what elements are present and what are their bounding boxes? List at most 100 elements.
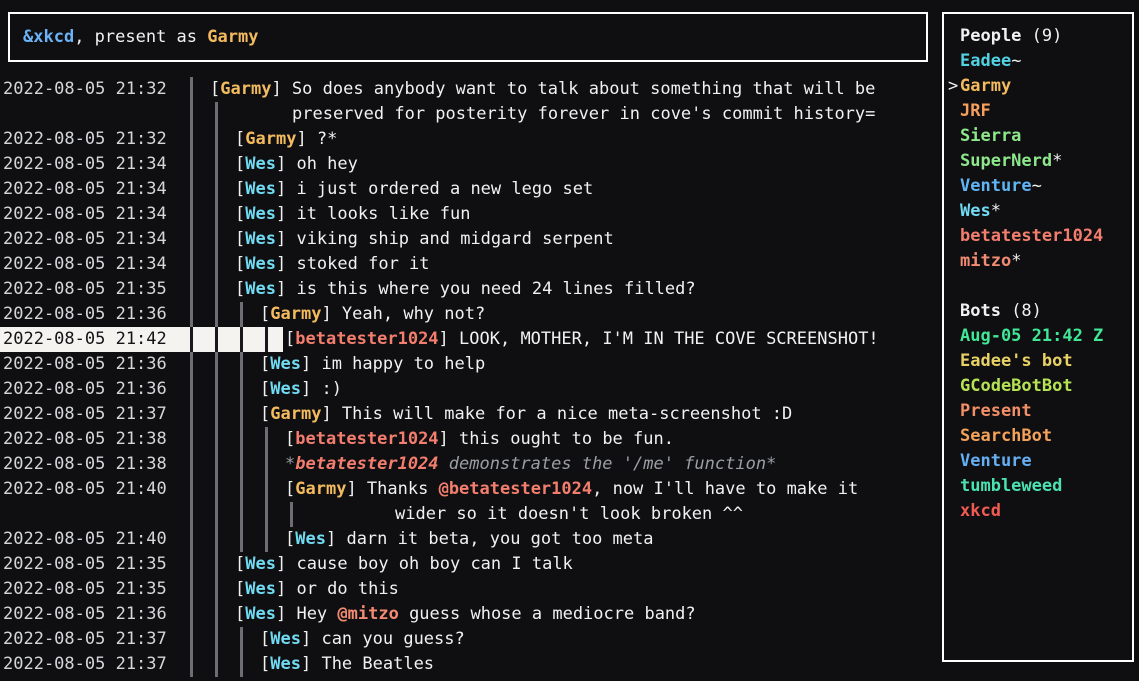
thread-line <box>215 577 218 602</box>
people-sidebar[interactable]: People (9)Eadee~>GarmyJRFSierraSuperNerd… <box>942 12 1134 662</box>
user-item-wes[interactable]: Wes* <box>960 199 1132 224</box>
nick-wes[interactable]: Wes <box>245 604 276 624</box>
chat-log[interactable]: 2022-08-05 21:32[Garmy] So does anybody … <box>0 77 940 677</box>
thread-line <box>215 602 218 627</box>
message-text: :) <box>321 379 341 399</box>
user-item-supernerd[interactable]: SuperNerd* <box>960 149 1132 174</box>
nick-garmy[interactable]: Garmy <box>270 404 321 424</box>
timestamp: 2022-08-05 21:38 <box>3 452 167 477</box>
bot-item-eadee-s-bot[interactable]: Eadee's bot <box>960 349 1132 374</box>
nick-wes[interactable]: Wes <box>245 179 276 199</box>
nick-wes[interactable]: Wes <box>245 229 276 249</box>
user-name: SuperNerd <box>960 151 1052 171</box>
message: [Garmy] Yeah, why not? <box>260 302 485 327</box>
bots-section-title-label: Bots <box>960 301 1011 321</box>
nick-wes[interactable]: Wes <box>245 279 276 299</box>
nick-wes[interactable]: Wes <box>270 629 301 649</box>
nick-garmy[interactable]: Garmy <box>245 129 296 149</box>
thread-line <box>240 452 243 477</box>
thread-line <box>215 477 218 502</box>
nick-wes[interactable]: Wes <box>270 654 301 674</box>
message-text: preserved for posterity forever in cove'… <box>292 104 875 124</box>
timestamp: 2022-08-05 21:37 <box>3 402 167 427</box>
nick-wes[interactable]: Wes <box>245 579 276 599</box>
timestamp: 2022-08-05 21:37 <box>3 652 167 677</box>
user-item-venture[interactable]: Venture~ <box>960 174 1132 199</box>
chat-row: 2022-08-05 21:40[Wes] darn it beta, you … <box>0 527 940 552</box>
chat-row: 2022-08-05 21:36[Garmy] Yeah, why not? <box>0 302 940 327</box>
message: [Wes] stoked for it <box>235 252 430 277</box>
nick-bracket-open: [ <box>260 304 270 324</box>
nick-bracket-close: ] <box>276 154 296 174</box>
user-item-eadee[interactable]: Eadee~ <box>960 49 1132 74</box>
user-item-betatester1024[interactable]: betatester1024 <box>960 224 1132 249</box>
nick-bracket-close: ] <box>321 404 341 424</box>
message: [Wes] can you guess? <box>260 627 465 652</box>
bot-name: GCodeBotBot <box>960 376 1073 396</box>
thread-line <box>190 502 193 527</box>
bot-name: tumbleweed <box>960 476 1062 496</box>
nick-bracket-open: [ <box>235 229 245 249</box>
bot-item-present[interactable]: Present <box>960 399 1132 424</box>
nick-garmy[interactable]: Garmy <box>270 304 321 324</box>
thread-line <box>290 502 293 527</box>
nick-bracket-close: ] <box>439 329 459 349</box>
header-middle-text: , present as <box>74 25 207 50</box>
nick-bracket-close: ] <box>321 304 341 324</box>
message-text: im happy to help <box>321 354 485 374</box>
bot-item-searchbot[interactable]: SearchBot <box>960 424 1132 449</box>
bot-item-venture[interactable]: Venture <box>960 449 1132 474</box>
chat-row: 2022-08-05 21:34[Wes] it looks like fun <box>0 202 940 227</box>
nick-wes[interactable]: Wes <box>245 254 276 274</box>
timestamp: 2022-08-05 21:34 <box>3 227 167 252</box>
nick-garmy[interactable]: Garmy <box>295 479 346 499</box>
message: [Wes] oh hey <box>235 152 358 177</box>
bot-item-aug-05-21-42-z[interactable]: Aug-05 21:42 Z <box>960 324 1132 349</box>
nick-betatester1024[interactable]: betatester1024 <box>295 329 438 349</box>
thread-line <box>190 452 193 477</box>
status-suffix: * <box>1052 151 1062 171</box>
nick-wes[interactable]: Wes <box>270 379 301 399</box>
thread-line <box>215 102 218 127</box>
nick-wes[interactable]: Wes <box>295 529 326 549</box>
thread-line <box>215 302 218 327</box>
mention-betatester1024[interactable]: @betatester1024 <box>439 479 593 499</box>
thread-line <box>215 227 218 252</box>
message-text: So does anybody want to talk about somet… <box>292 79 875 99</box>
thread-line <box>190 252 193 277</box>
thread-line <box>240 652 243 677</box>
thread-line <box>215 277 218 302</box>
nick-wes[interactable]: Wes <box>245 154 276 174</box>
thread-line <box>215 127 218 152</box>
message: [Garmy] Thanks @betatester1024, now I'll… <box>285 477 858 502</box>
bot-name: xkcd <box>960 501 1001 521</box>
bot-item-xkcd[interactable]: xkcd <box>960 499 1132 524</box>
bot-item-tumbleweed[interactable]: tumbleweed <box>960 474 1132 499</box>
nick-garmy[interactable]: Garmy <box>220 79 271 99</box>
nick-bracket-open: [ <box>235 129 245 149</box>
nick-wes[interactable]: Wes <box>245 554 276 574</box>
message-text: it looks like fun <box>296 204 470 224</box>
mention-mitzo[interactable]: @mitzo <box>337 604 398 624</box>
thread-line <box>215 402 218 427</box>
bot-name: Venture <box>960 451 1032 471</box>
user-item-sierra[interactable]: Sierra <box>960 124 1132 149</box>
nick-wes[interactable]: Wes <box>245 204 276 224</box>
nick-bracket-close: ] <box>346 479 366 499</box>
nick-bracket-close: ] <box>276 204 296 224</box>
thread-line <box>215 377 218 402</box>
thread-line <box>265 502 268 527</box>
message-text: this ought to be fun. <box>459 429 674 449</box>
nick-wes[interactable]: Wes <box>270 354 301 374</box>
user-item-mitzo[interactable]: mitzo* <box>960 249 1132 274</box>
user-item-garmy[interactable]: >Garmy <box>960 74 1132 99</box>
message: [Wes] it looks like fun <box>235 202 470 227</box>
thread-line <box>265 427 268 452</box>
user-item-jrf[interactable]: JRF <box>960 99 1132 124</box>
nick-betatester1024[interactable]: betatester1024 <box>295 429 438 449</box>
channel-header: &xkcd, present as Garmy <box>8 12 928 62</box>
message-text: guess whose a mediocre band? <box>399 604 696 624</box>
nick-bracket-close: ] <box>276 604 296 624</box>
thread-line <box>215 502 218 527</box>
bot-item-gcodebotbot[interactable]: GCodeBotBot <box>960 374 1132 399</box>
